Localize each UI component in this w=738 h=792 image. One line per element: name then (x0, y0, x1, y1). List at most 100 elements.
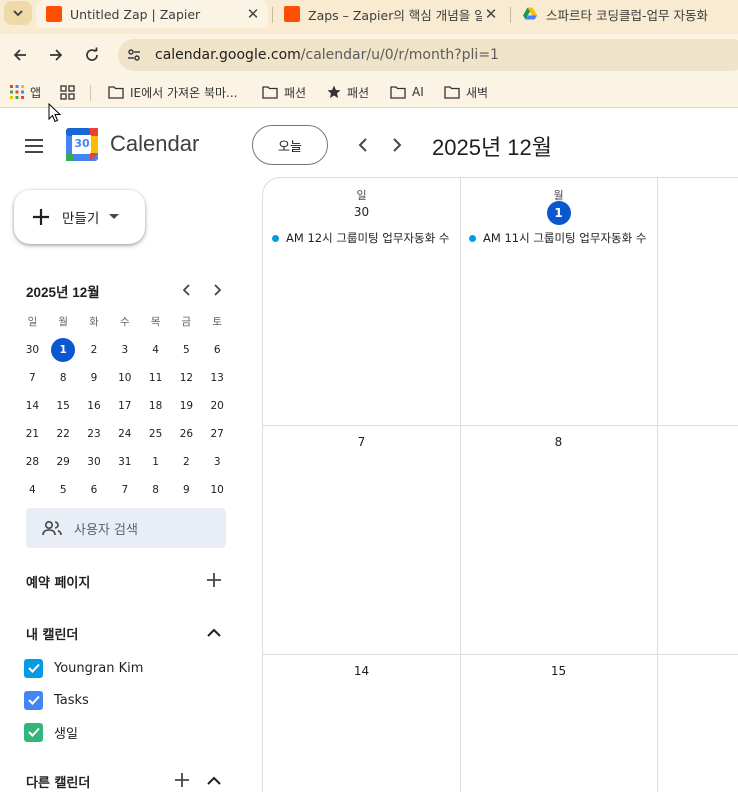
event-chip[interactable]: AM 11시 그룹미팅 업무자동화 수 (469, 229, 655, 247)
folder-icon (444, 86, 460, 99)
calendar-item-youngran[interactable]: Youngran Kim (24, 657, 143, 679)
mini-day[interactable]: 9 (171, 476, 202, 504)
bookmark-folder-ai[interactable]: AI (390, 83, 424, 101)
main-menu-button[interactable] (22, 134, 46, 158)
today-badge[interactable]: 1 (546, 201, 571, 225)
google-calendar-logo[interactable]: 30 (66, 128, 98, 161)
mini-day[interactable]: 3 (109, 336, 140, 364)
mini-day[interactable]: 30 (79, 448, 110, 476)
mini-day[interactable]: 22 (48, 420, 79, 448)
mini-day[interactable]: 5 (48, 476, 79, 504)
day-cell-date[interactable]: 7 (263, 435, 460, 449)
my-calendars-heading[interactable]: 내 캘린더 (26, 624, 78, 643)
mini-day[interactable]: 27 (202, 420, 233, 448)
event-title: AM 11시 그룹미팅 업무자동화 수 (483, 231, 647, 245)
calendar-checkbox[interactable] (24, 658, 43, 678)
bookmark-tab-groups[interactable] (60, 83, 81, 101)
next-month-button[interactable] (384, 133, 408, 157)
collapse-my-calendars-button[interactable] (204, 622, 224, 642)
day-cell-date-today[interactable]: 1 (460, 201, 657, 225)
mini-day[interactable]: 6 (79, 476, 110, 504)
mini-day[interactable]: 31 (109, 448, 140, 476)
mini-day[interactable]: 5 (171, 336, 202, 364)
bookmark-apps[interactable]: 앱 (10, 83, 41, 101)
tab-search-button[interactable] (4, 1, 32, 25)
mini-prev-month-button[interactable] (178, 281, 196, 299)
address-bar[interactable]: calendar.google.com/calendar/u/0/r/month… (118, 39, 738, 71)
mini-day[interactable]: 15 (48, 392, 79, 420)
mini-day[interactable]: 12 (171, 364, 202, 392)
back-button[interactable] (8, 43, 32, 67)
browser-toolbar: calendar.google.com/calendar/u/0/r/month… (0, 34, 738, 76)
day-cell-date[interactable]: 30 (263, 205, 460, 219)
grid-column-divider (460, 178, 461, 792)
mini-day[interactable]: 9 (79, 364, 110, 392)
calendar-checkbox[interactable] (24, 722, 43, 742)
mini-day[interactable]: 25 (140, 420, 171, 448)
mini-day[interactable]: 23 (79, 420, 110, 448)
mini-day[interactable]: 13 (202, 364, 233, 392)
mini-day[interactable]: 26 (171, 420, 202, 448)
tab-zaps[interactable]: Zaps – Zapier의 핵심 개념을 알 ✕ (276, 0, 506, 28)
mini-day[interactable]: 10 (202, 476, 233, 504)
today-button[interactable]: 오늘 (252, 125, 328, 165)
mini-day[interactable]: 19 (171, 392, 202, 420)
site-settings-icon[interactable] (126, 47, 142, 63)
day-cell-date[interactable]: 15 (460, 664, 657, 678)
bookmark-folder-fashion[interactable]: 패션 (262, 83, 306, 101)
day-cell-date[interactable]: 8 (460, 435, 657, 449)
bookmark-folder-dawn[interactable]: 새벽 (444, 83, 488, 101)
mini-day[interactable]: 8 (48, 364, 79, 392)
create-button[interactable]: 만들기 (14, 190, 145, 244)
other-calendars-heading[interactable]: 다른 캘린더 (26, 772, 90, 791)
add-other-calendar-button[interactable] (172, 770, 192, 790)
event-chip[interactable]: AM 12시 그룹미팅 업무자동화 수 (272, 229, 458, 247)
mini-day[interactable]: 2 (171, 448, 202, 476)
mini-day[interactable]: 16 (79, 392, 110, 420)
mini-day[interactable]: 28 (17, 448, 48, 476)
reload-button[interactable] (80, 43, 104, 67)
mini-day[interactable]: 8 (140, 476, 171, 504)
tab-sparta[interactable]: 스파르타 코딩클럽-업무 자동화 (514, 0, 738, 28)
search-people-input[interactable]: 사용자 검색 (26, 508, 226, 548)
mini-day[interactable]: 10 (109, 364, 140, 392)
mini-day[interactable]: 1 (140, 448, 171, 476)
collapse-other-calendars-button[interactable] (204, 770, 224, 790)
tab-untitled-zap[interactable]: Untitled Zap | Zapier ✕ (36, 0, 268, 28)
bookmark-label: 새벽 (466, 85, 489, 100)
mini-day[interactable]: 1 (48, 336, 79, 364)
forward-button[interactable] (44, 43, 68, 67)
mini-day[interactable]: 20 (202, 392, 233, 420)
mini-day[interactable]: 18 (140, 392, 171, 420)
close-icon[interactable]: ✕ (482, 5, 500, 23)
mini-next-month-button[interactable] (208, 281, 226, 299)
mini-day[interactable]: 7 (17, 364, 48, 392)
calendar-item-tasks[interactable]: Tasks (24, 689, 89, 711)
mini-day[interactable]: 11 (140, 364, 171, 392)
event-dot (469, 234, 476, 242)
mini-day[interactable]: 3 (202, 448, 233, 476)
calendar-item-birthdays[interactable]: 생일 (24, 721, 78, 743)
tab-separator (272, 7, 273, 23)
bookmark-star-fashion[interactable]: 패션 (327, 83, 369, 101)
day-cell-date[interactable]: 14 (263, 664, 460, 678)
calendar-checkbox[interactable] (24, 690, 43, 710)
mini-day[interactable]: 24 (109, 420, 140, 448)
mini-day[interactable]: 21 (17, 420, 48, 448)
mini-day[interactable]: 14 (17, 392, 48, 420)
mini-day-number: 1 (51, 338, 76, 362)
mini-day[interactable]: 4 (140, 336, 171, 364)
mini-day[interactable]: 4 (17, 476, 48, 504)
mini-day[interactable]: 29 (48, 448, 79, 476)
mini-day[interactable]: 2 (79, 336, 110, 364)
add-booking-page-button[interactable] (204, 570, 224, 590)
mini-day[interactable]: 7 (109, 476, 140, 504)
mini-day[interactable]: 17 (109, 392, 140, 420)
mini-day[interactable]: 6 (202, 336, 233, 364)
mini-day-number: 13 (210, 372, 224, 384)
previous-month-button[interactable] (352, 133, 376, 157)
bookmark-folder-ie[interactable]: IE에서 가져온 북마... (108, 83, 237, 101)
close-icon[interactable]: ✕ (244, 5, 262, 23)
mini-day[interactable]: 30 (17, 336, 48, 364)
plus-icon (33, 209, 49, 225)
